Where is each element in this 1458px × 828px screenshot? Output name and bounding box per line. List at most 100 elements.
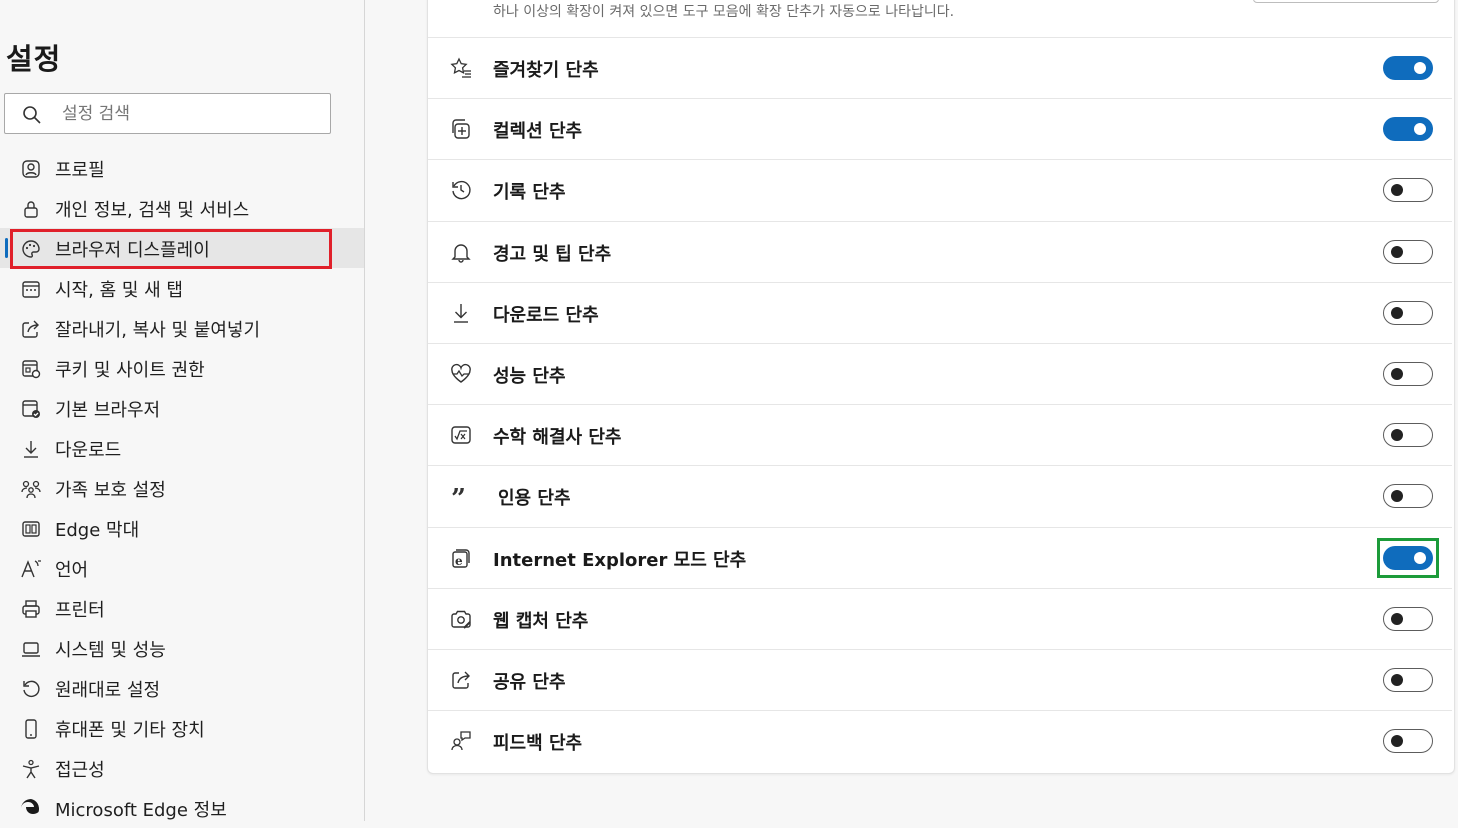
toggle-knob bbox=[1391, 735, 1403, 747]
laptop-icon bbox=[20, 638, 42, 660]
sidebar-item-label: 시스템 및 성능 bbox=[55, 640, 166, 661]
feedback-icon bbox=[450, 730, 472, 752]
sidebar-item-label: 기본 브라우저 bbox=[55, 400, 161, 421]
toggle-switch[interactable] bbox=[1383, 423, 1433, 447]
sidebar-item-label: 원래대로 설정 bbox=[55, 680, 161, 701]
sidebar-item-language[interactable]: 언어 bbox=[0, 548, 364, 588]
toggle-switch[interactable] bbox=[1383, 56, 1433, 80]
quote-icon: ” bbox=[450, 485, 472, 507]
toggle-switch[interactable] bbox=[1383, 546, 1433, 570]
sidebar-item-phone[interactable]: 휴대폰 및 기타 장치 bbox=[0, 708, 364, 748]
sidebar-item-edge-bar[interactable]: Edge 막대 bbox=[0, 508, 364, 548]
search-icon bbox=[22, 105, 42, 125]
toggle-switch[interactable] bbox=[1383, 607, 1433, 631]
setting-label: 다운로드 단추 bbox=[493, 305, 599, 326]
svg-text:”: ” bbox=[451, 485, 466, 507]
sidebar: 설정 프로필 개인 정보, 검색 및 서비스 브라우저 디스플레이 시작, 홈 … bbox=[0, 0, 365, 821]
sidebar-item-label: 잘라내기, 복사 및 붙여넣기 bbox=[55, 320, 261, 341]
setting-row: ” 인용 단추 bbox=[428, 465, 1452, 526]
setting-row: 피드백 단추 bbox=[428, 710, 1452, 771]
download-icon bbox=[20, 438, 42, 460]
sidebar-item-reset[interactable]: 원래대로 설정 bbox=[0, 668, 364, 708]
sidebar-item-printer[interactable]: 프린터 bbox=[0, 588, 364, 628]
math-solver-icon bbox=[450, 424, 472, 446]
sidebar-item-label: Microsoft Edge 정보 bbox=[55, 800, 227, 821]
sidebar-item-default-browser[interactable]: 기본 브라우저 bbox=[0, 388, 364, 428]
setting-row: 수학 해결사 단추 bbox=[428, 404, 1452, 465]
toggle-switch[interactable] bbox=[1383, 117, 1433, 141]
toggle-knob bbox=[1391, 184, 1403, 196]
sidebar-item-system[interactable]: 시스템 및 성능 bbox=[0, 628, 364, 668]
extensions-description: 하나 이상의 확장이 켜져 있으면 도구 모음에 확장 단추가 자동으로 나타납… bbox=[493, 4, 955, 20]
setting-row: 경고 및 팁 단추 bbox=[428, 221, 1452, 282]
setting-row: 기록 단추 bbox=[428, 159, 1452, 220]
toggle-switch[interactable] bbox=[1383, 362, 1433, 386]
setting-label: 수학 해결사 단추 bbox=[493, 427, 622, 448]
setting-label: 웹 캡처 단추 bbox=[493, 611, 589, 632]
setting-label: 인용 단추 bbox=[498, 488, 571, 509]
search-box[interactable] bbox=[4, 93, 331, 134]
accessibility-icon bbox=[20, 758, 42, 780]
toggle-knob bbox=[1391, 613, 1403, 625]
toggle-knob bbox=[1391, 490, 1403, 502]
setting-label: 기록 단추 bbox=[493, 182, 566, 203]
ie-mode-icon: e bbox=[450, 547, 472, 569]
sidebar-item-family[interactable]: 가족 보호 설정 bbox=[0, 468, 364, 508]
toggle-switch[interactable] bbox=[1383, 484, 1433, 508]
sidebar-item-label: 브라우저 디스플레이 bbox=[55, 240, 210, 261]
sidebar-item-label: 프로필 bbox=[55, 160, 105, 181]
phone-icon bbox=[20, 718, 42, 740]
setting-row: 공유 단추 bbox=[428, 649, 1452, 710]
setting-row: 성능 단추 bbox=[428, 343, 1452, 404]
page-title: 설정 bbox=[6, 42, 62, 76]
sidebar-item-privacy[interactable]: 개인 정보, 검색 및 서비스 bbox=[0, 188, 364, 228]
extensions-dropdown[interactable] bbox=[1253, 0, 1439, 3]
reset-icon bbox=[20, 678, 42, 700]
sidebar-item-cookies[interactable]: 쿠키 및 사이트 권한 bbox=[0, 348, 364, 388]
toggle-knob bbox=[1391, 368, 1403, 380]
toggle-switch[interactable] bbox=[1383, 240, 1433, 264]
calendar-icon bbox=[20, 278, 42, 300]
sidebar-item-browser-display[interactable]: 브라우저 디스플레이 bbox=[0, 228, 364, 268]
download-icon bbox=[450, 302, 472, 324]
sidebar-item-label: 프린터 bbox=[55, 600, 105, 621]
toggle-knob bbox=[1414, 552, 1426, 564]
sidebar-item-accessibility[interactable]: 접근성 bbox=[0, 748, 364, 788]
sidebar-item-cut-copy-paste[interactable]: 잘라내기, 복사 및 붙여넣기 bbox=[0, 308, 364, 348]
setting-row: 웹 캡처 단추 bbox=[428, 588, 1452, 649]
sidebar-item-label: 접근성 bbox=[55, 760, 105, 781]
toggle-knob bbox=[1391, 307, 1403, 319]
toggle-knob bbox=[1414, 62, 1426, 74]
sidebar-item-label: 시작, 홈 및 새 탭 bbox=[55, 280, 183, 301]
edge-logo-icon bbox=[20, 798, 42, 820]
sidebar-item-downloads[interactable]: 다운로드 bbox=[0, 428, 364, 468]
toggle-switch[interactable] bbox=[1383, 301, 1433, 325]
sidebar-item-label: 쿠키 및 사이트 권한 bbox=[55, 360, 205, 381]
setting-label: 성능 단추 bbox=[493, 366, 566, 387]
toggle-switch[interactable] bbox=[1383, 668, 1433, 692]
sidebar-item-label: 개인 정보, 검색 및 서비스 bbox=[55, 200, 250, 221]
setting-row: 다운로드 단추 bbox=[428, 282, 1452, 343]
sidebar-item-label: 휴대폰 및 기타 장치 bbox=[55, 720, 205, 741]
web-capture-icon bbox=[450, 608, 472, 630]
lock-icon bbox=[20, 198, 42, 220]
sidebar-item-label: Edge 막대 bbox=[55, 520, 140, 541]
family-icon bbox=[20, 478, 42, 500]
edge-bar-icon bbox=[20, 518, 42, 540]
setting-row: 즐겨찾기 단추 bbox=[428, 37, 1452, 98]
setting-label: 컬렉션 단추 bbox=[493, 121, 583, 142]
heart-pulse-icon bbox=[450, 363, 472, 385]
sidebar-item-start-home[interactable]: 시작, 홈 및 새 탭 bbox=[0, 268, 364, 308]
default-browser-icon bbox=[20, 398, 42, 420]
setting-label: 피드백 단추 bbox=[493, 733, 583, 754]
toggle-switch[interactable] bbox=[1383, 178, 1433, 202]
printer-icon bbox=[20, 598, 42, 620]
sidebar-item-about-edge[interactable]: Microsoft Edge 정보 bbox=[0, 788, 364, 828]
sidebar-item-label: 언어 bbox=[55, 560, 89, 581]
sidebar-item-profile[interactable]: 프로필 bbox=[0, 148, 364, 188]
toggle-switch[interactable] bbox=[1383, 729, 1433, 753]
setting-label: 즐겨찾기 단추 bbox=[493, 60, 599, 81]
share-arrow-icon bbox=[20, 318, 42, 340]
toggle-knob bbox=[1391, 674, 1403, 686]
search-input[interactable] bbox=[60, 100, 324, 128]
